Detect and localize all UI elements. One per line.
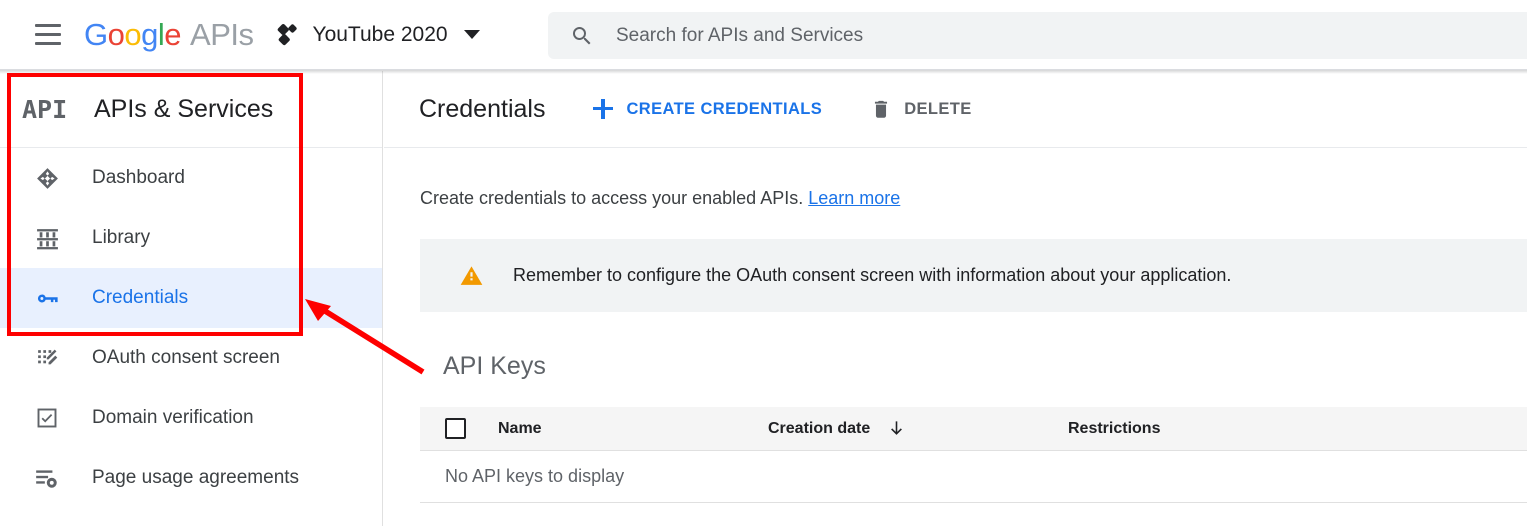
google-wordmark: Google — [84, 16, 182, 52]
description-text: Create credentials to access your enable… — [420, 188, 804, 208]
chevron-down-icon[interactable] — [463, 30, 480, 39]
sidebar-item-label: Dashboard — [92, 167, 185, 188]
hamburger-line — [35, 24, 61, 27]
delete-label: DELETE — [904, 99, 972, 118]
sidebar-item-domain-verification[interactable]: Domain verification — [0, 388, 382, 448]
key-icon — [30, 285, 64, 312]
apis-wordmark: APIs — [190, 16, 254, 52]
sidebar-item-dashboard[interactable]: Dashboard — [0, 148, 382, 208]
api-logo-icon: API — [22, 94, 68, 124]
create-credentials-label: CREATE CREDENTIALS — [626, 99, 823, 118]
empty-state-message: No API keys to display — [445, 466, 625, 486]
plus-icon — [593, 99, 614, 119]
oauth-pencil-icon — [30, 346, 64, 371]
sidebar-title: APIs & Services — [94, 94, 274, 123]
delete-button[interactable]: DELETE — [870, 98, 972, 120]
sidebar-header: API APIs & Services — [0, 71, 382, 148]
learn-more-link[interactable]: Learn more — [808, 188, 900, 208]
sidebar-item-credentials[interactable]: Credentials — [0, 268, 382, 328]
column-header-creation-date-label: Creation date — [768, 419, 871, 437]
sidebar-navigation: API APIs & Services Dashboard Library Cr… — [0, 71, 383, 526]
sidebar-item-page-usage-agreements[interactable]: Page usage agreements — [0, 448, 382, 508]
table-header-row: Name Creation date Restrictions — [420, 407, 1527, 451]
project-name-label: YouTube 2020 — [312, 22, 448, 46]
google-apis-logo[interactable]: Google APIs — [84, 16, 254, 53]
top-header-bar: Google APIs YouTube 2020 — [0, 0, 1527, 70]
hamburger-line — [35, 33, 61, 36]
google-cloud-console-page: Google APIs YouTube 2020 API APIs & Serv… — [0, 0, 1527, 526]
sort-descending-arrow-icon — [887, 419, 906, 438]
sidebar-item-label: Page usage agreements — [92, 467, 300, 488]
search-input[interactable] — [616, 24, 1496, 47]
column-header-restrictions[interactable]: Restrictions — [1068, 420, 1338, 438]
credentials-description: Create credentials to access your enable… — [420, 188, 1527, 209]
warning-triangle-icon — [459, 263, 484, 288]
search-bar[interactable] — [548, 12, 1527, 59]
page-title: Credentials — [419, 94, 546, 123]
sidebar-item-library[interactable]: Library — [0, 208, 382, 268]
header-shadow — [0, 70, 1527, 74]
library-icon — [30, 226, 64, 251]
api-keys-section-title: API Keys — [443, 352, 546, 380]
hamburger-menu-icon[interactable] — [24, 11, 72, 59]
content-header-toolbar: Credentials CREATE CREDENTIALS DELETE — [384, 71, 1527, 148]
sidebar-item-label: OAuth consent screen — [92, 347, 280, 368]
table-empty-row: No API keys to display — [420, 451, 1527, 503]
main-content-area: Credentials CREATE CREDENTIALS DELETE Cr… — [384, 71, 1527, 526]
sidebar-item-label: Credentials — [92, 287, 189, 308]
column-header-creation-date[interactable]: Creation date — [768, 419, 1068, 438]
trash-icon — [870, 98, 892, 120]
sidebar-item-oauth-consent-screen[interactable]: OAuth consent screen — [0, 328, 382, 388]
oauth-consent-notice-banner: Remember to configure the OAuth consent … — [420, 239, 1527, 312]
checkbox-verified-icon — [30, 406, 64, 430]
project-selector[interactable]: YouTube 2020 — [277, 22, 480, 47]
search-icon — [570, 24, 594, 48]
project-dots-icon — [277, 22, 303, 46]
sidebar-item-label: Library — [92, 227, 151, 248]
sidebar-item-label: Domain verification — [92, 407, 254, 428]
column-header-name[interactable]: Name — [498, 420, 768, 438]
select-all-checkbox[interactable] — [445, 418, 466, 439]
api-keys-table: Name Creation date Restrictions No API k… — [420, 407, 1527, 503]
notice-text: Remember to configure the OAuth consent … — [513, 265, 1232, 285]
hamburger-line — [35, 42, 61, 45]
list-gear-icon — [30, 465, 64, 491]
dashboard-diamond-icon — [30, 166, 64, 191]
create-credentials-button[interactable]: CREATE CREDENTIALS — [593, 99, 822, 119]
